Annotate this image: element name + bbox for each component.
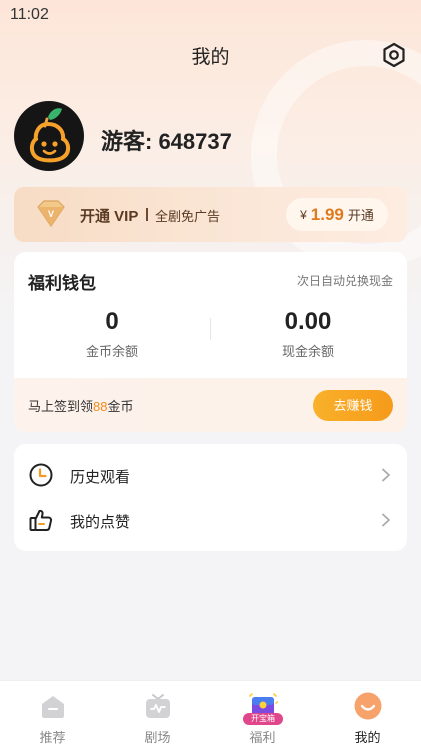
svg-text:V: V [48, 209, 54, 219]
clock-icon [29, 463, 53, 487]
cash-balance-value: 0.00 [284, 308, 332, 335]
vip-open-label: 开通 [347, 208, 374, 223]
chevron-right-icon [382, 468, 390, 482]
cash-balance-label: 现金余额 [281, 344, 334, 359]
menu-item-history[interactable]: 历史观看 [14, 453, 407, 497]
vip-diamond-icon: V [37, 200, 65, 228]
vip-title: 开通 VIP [80, 208, 139, 225]
tab-label: 剧场 [144, 730, 171, 745]
tab-label: 福利 [249, 730, 276, 745]
tab-label: 推荐 [39, 730, 66, 745]
tv-icon [146, 694, 170, 718]
vip-price: 1.99 [310, 204, 344, 224]
vip-banner[interactable]: V 开通 VIP 全剧免广告 ¥ 1.99 开通 [14, 187, 407, 242]
tab-theater[interactable]: 剧场 [105, 681, 210, 750]
thumbs-up-icon [29, 509, 53, 531]
settings-button[interactable] [381, 42, 407, 68]
menu-card: 历史观看 我的点赞 [14, 444, 407, 551]
menu-item-likes[interactable]: 我的点赞 [14, 498, 407, 542]
earn-button[interactable]: 去赚钱 [313, 390, 393, 421]
signin-bar: 马上签到领88金币 去赚钱 [14, 378, 407, 432]
wallet-title: 福利钱包 [28, 274, 96, 293]
signin-suffix: 金币 [107, 399, 134, 414]
coin-balance[interactable]: 0 金币余额 [14, 308, 210, 360]
menu-item-label: 我的点赞 [70, 514, 131, 531]
tab-recommend[interactable]: 推荐 [0, 681, 105, 750]
username: 游客: 648737 [101, 129, 232, 154]
pear-mascot-icon [29, 108, 71, 163]
vip-purchase-button[interactable]: ¥ 1.99 开通 [286, 198, 388, 231]
vip-divider [146, 208, 148, 221]
coin-balance-label: 金币余额 [85, 344, 138, 359]
page-title: 我的 [191, 47, 230, 68]
wallet-note: 次日自动兑换现金 [296, 274, 393, 288]
home-icon [42, 696, 64, 718]
status-bar-time: 11:02 [10, 6, 49, 23]
tab-welfare[interactable]: 开宝箱 福利 [210, 681, 315, 750]
signin-text: 马上签到领88金币 [28, 396, 134, 415]
tab-mine[interactable]: 我的 [315, 681, 420, 750]
signin-prefix: 马上签到领 [28, 399, 94, 414]
chevron-right-icon [382, 513, 390, 527]
menu-item-label: 历史观看 [70, 469, 131, 486]
cash-balance[interactable]: 0.00 现金余额 [210, 308, 406, 360]
wallet-card: 福利钱包 次日自动兑换现金 0 金币余额 0.00 现金余额 马上签到领88金币… [14, 252, 407, 432]
vip-currency: ¥ [300, 207, 307, 222]
gear-icon [383, 42, 405, 68]
bottom-tab-bar: 推荐 剧场 开宝箱 福利 我的 [0, 680, 421, 750]
smile-icon [354, 692, 382, 720]
avatar[interactable] [14, 101, 84, 171]
tab-label: 我的 [354, 730, 381, 745]
tab-badge: 开宝箱 [243, 713, 283, 725]
signin-amount: 88 [93, 399, 108, 414]
vip-subtitle: 全剧免广告 [155, 209, 221, 224]
coin-balance-value: 0 [105, 308, 119, 335]
